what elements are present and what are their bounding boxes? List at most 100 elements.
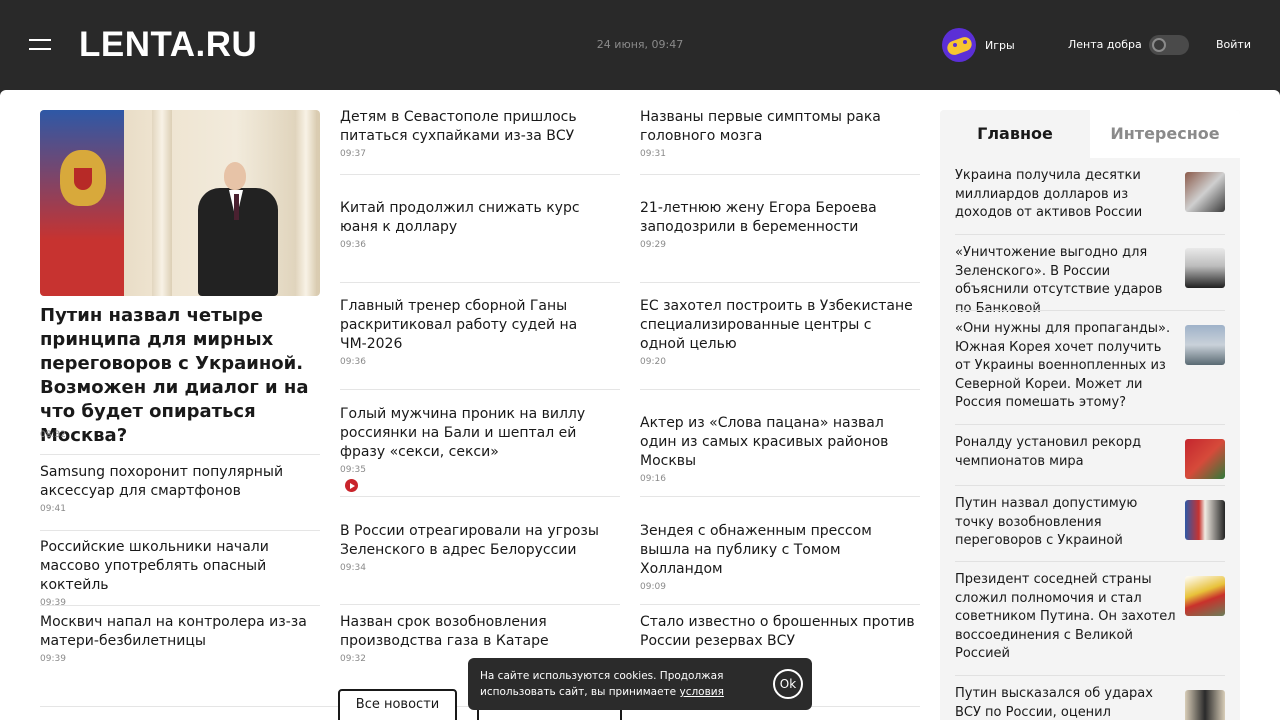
hero-image[interactable] <box>40 110 320 296</box>
news-title[interactable]: Назван срок возобновления производства г… <box>340 613 620 651</box>
list-item[interactable]: Роналду установил рекорд чемпионатов мир… <box>955 434 1225 479</box>
divider <box>340 496 620 497</box>
cookie-text: На сайте используются cookies. Продолжая… <box>480 668 760 700</box>
list-item[interactable]: Путин высказался об ударах ВСУ по России… <box>955 685 1225 720</box>
list-item[interactable]: Путин назвал допустимую точку возобновле… <box>955 495 1225 551</box>
news-title[interactable]: Названы первые симптомы рака головного м… <box>640 108 920 146</box>
news-title[interactable]: Стало известно о брошенных против России… <box>640 613 920 651</box>
news-thumbnail[interactable] <box>1185 576 1225 616</box>
lenta-dobra-label: Лента добра <box>1068 38 1142 51</box>
list-item[interactable]: Детям в Севастополе пришлось питаться су… <box>340 108 620 159</box>
news-title[interactable]: Актер из «Слова пацана» назвал один из с… <box>640 414 920 471</box>
news-title[interactable]: ЕС захотел построить в Узбекистане специ… <box>640 297 920 354</box>
list-item[interactable]: Китай продолжил снижать курс юаня к долл… <box>340 199 620 250</box>
news-thumbnail[interactable] <box>1185 172 1225 212</box>
news-time: 09:39 <box>40 654 66 664</box>
gamepad-icon <box>942 28 976 62</box>
flag-image <box>40 110 124 296</box>
tab-interesting[interactable]: Интересное <box>1090 110 1240 158</box>
news-title[interactable]: Samsung похоронит популярный аксессуар д… <box>40 463 320 501</box>
cookie-banner: На сайте используются cookies. Продолжая… <box>468 658 812 710</box>
news-thumbnail[interactable] <box>1185 500 1225 540</box>
list-item[interactable]: «Они нужны для пропаганды». Южная Корея … <box>955 320 1225 413</box>
sidebar-news-title[interactable]: «Уничтожение выгодно для Зеленского». В … <box>955 244 1177 318</box>
list-item[interactable]: ЕС захотел построить в Узбекистане специ… <box>640 297 920 367</box>
news-title[interactable]: Зендея с обнаженным прессом вышла на пуб… <box>640 522 920 579</box>
list-item[interactable]: Главный тренер сборной Ганы раскритикова… <box>340 297 620 367</box>
list-item[interactable]: Украина получила десятки миллиардов долл… <box>955 167 1225 223</box>
sidebar-news-title[interactable]: «Они нужны для пропаганды». Южная Корея … <box>955 320 1177 413</box>
divider <box>955 424 1225 425</box>
list-item[interactable]: 21-летнюю жену Егора Бероева заподозрили… <box>640 199 920 250</box>
list-item[interactable]: Названы первые симптомы рака головного м… <box>640 108 920 159</box>
divider <box>340 389 620 390</box>
news-title[interactable]: В России отреагировали на угрозы Зеленск… <box>340 522 620 560</box>
divider <box>640 282 920 283</box>
news-time: 09:16 <box>640 474 666 484</box>
divider <box>640 389 920 390</box>
news-title[interactable]: Китай продолжил снижать курс юаня к долл… <box>340 199 620 237</box>
news-thumbnail[interactable] <box>1185 248 1225 288</box>
sidebar-news-title[interactable]: Президент соседней страны сложил полномо… <box>955 571 1177 664</box>
sidebar-news-title[interactable]: Украина получила десятки миллиардов долл… <box>955 167 1177 223</box>
list-item[interactable]: Назван срок возобновления производства г… <box>340 613 620 664</box>
divider <box>640 604 920 605</box>
news-time: 09:39 <box>40 598 66 608</box>
divider <box>955 561 1225 562</box>
list-item[interactable]: Москвич напал на контролера из-за матери… <box>40 613 320 664</box>
news-title[interactable]: 21-летнюю жену Егора Бероева заподозрили… <box>640 199 920 237</box>
all-news-button[interactable]: Все новости <box>338 689 457 720</box>
news-time: 09:31 <box>640 149 666 159</box>
main-content: Путин назвал четыре принципа для мирных … <box>0 90 1280 720</box>
divider <box>340 282 620 283</box>
sidebar-news-title[interactable]: Путин назвал допустимую точку возобновле… <box>955 495 1177 551</box>
divider <box>40 530 320 531</box>
list-item[interactable]: Samsung похоронит популярный аксессуар д… <box>40 463 320 514</box>
divider <box>40 454 320 455</box>
divider <box>640 496 920 497</box>
list-item[interactable]: Стало известно о брошенных против России… <box>640 613 920 651</box>
list-item[interactable]: В России отреагировали на угрозы Зеленск… <box>340 522 620 573</box>
sidebar-news-title[interactable]: Путин высказался об ударах ВСУ по России… <box>955 685 1177 720</box>
news-time: 09:35 <box>340 465 366 475</box>
menu-icon[interactable] <box>29 38 51 52</box>
hero-title[interactable]: Путин назвал четыре принципа для мирных … <box>40 304 320 448</box>
divider <box>955 675 1225 676</box>
divider <box>955 310 1225 311</box>
site-header: LENTA.RU 24 июня, 09:47 Игры Лента добра… <box>0 0 1280 90</box>
news-title[interactable]: Москвич напал на контролера из-за матери… <box>40 613 320 651</box>
hero-time: 08:32 <box>40 430 66 440</box>
list-item[interactable]: Зендея с обнаженным прессом вышла на пуб… <box>640 522 920 592</box>
sidebar-news-title[interactable]: Роналду установил рекорд чемпионатов мир… <box>955 434 1177 471</box>
tab-main[interactable]: Главное <box>940 110 1090 158</box>
list-item[interactable]: Актер из «Слова пацана» назвал один из с… <box>640 414 920 484</box>
video-play-icon[interactable] <box>345 479 358 492</box>
news-time: 09:20 <box>640 357 666 367</box>
games-label: Игры <box>985 38 1015 52</box>
divider <box>640 174 920 175</box>
news-time: 09:09 <box>640 582 666 592</box>
cookie-terms-link[interactable]: условия <box>679 686 723 698</box>
news-thumbnail[interactable] <box>1185 439 1225 479</box>
divider <box>340 174 620 175</box>
news-title[interactable]: Детям в Севастополе пришлось питаться су… <box>340 108 620 146</box>
list-item[interactable]: «Уничтожение выгодно для Зеленского». В … <box>955 244 1225 318</box>
site-logo[interactable]: LENTA.RU <box>79 26 257 64</box>
news-title[interactable]: Главный тренер сборной Ганы раскритикова… <box>340 297 620 354</box>
games-link[interactable]: Игры <box>942 28 1015 62</box>
login-button[interactable]: Войти <box>1216 38 1251 51</box>
lenta-dobra-toggle[interactable] <box>1149 35 1189 55</box>
list-item[interactable]: Президент соседней страны сложил полномо… <box>955 571 1225 664</box>
divider <box>955 234 1225 235</box>
sidebar: Главное Интересное Украина получила деся… <box>940 110 1240 720</box>
list-item[interactable]: Голый мужчина проник на виллу россиянки … <box>340 405 620 494</box>
list-item[interactable]: Российские школьники начали массово упот… <box>40 538 320 608</box>
news-thumbnail[interactable] <box>1185 325 1225 365</box>
news-title[interactable]: Голый мужчина проник на виллу россиянки … <box>340 405 620 462</box>
divider <box>955 485 1225 486</box>
news-thumbnail[interactable] <box>1185 690 1225 720</box>
news-title[interactable]: Российские школьники начали массово упот… <box>40 538 320 595</box>
divider <box>340 604 620 605</box>
cookie-ok-button[interactable]: Ok <box>773 669 803 699</box>
news-time: 09:41 <box>40 504 66 514</box>
